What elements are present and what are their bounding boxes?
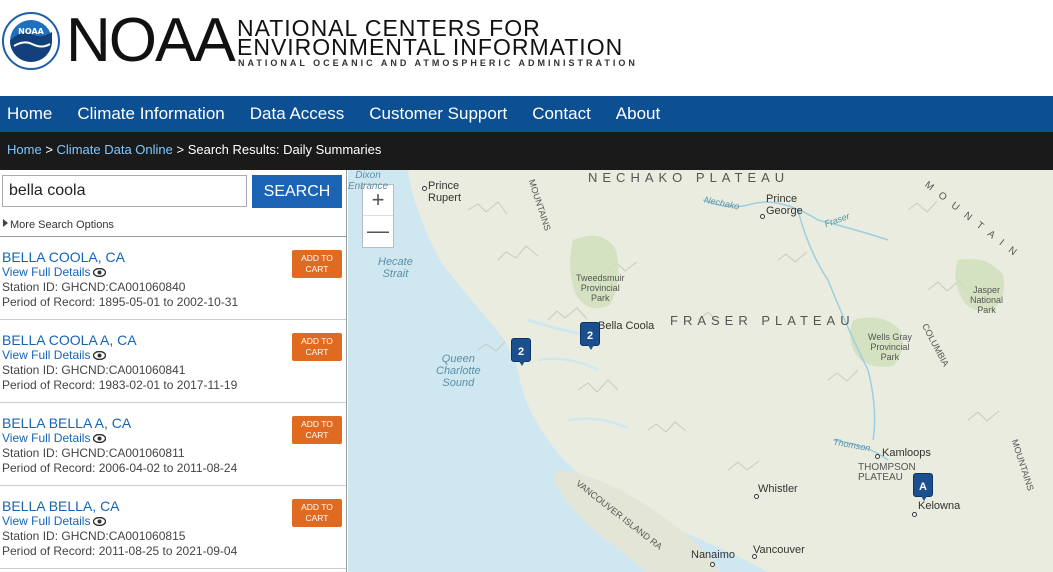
eye-icon xyxy=(93,434,107,443)
breadcrumb-climate-data-online[interactable]: Climate Data Online xyxy=(57,142,173,157)
result-name-link[interactable]: BELLA COOLA A, CA xyxy=(2,332,137,348)
result-item: BELLA BELLA, CA View Full Details Statio… xyxy=(0,486,346,569)
cart-label-line1: ADD TO xyxy=(301,502,333,512)
city-label-prince-rupert: Prince Rupert xyxy=(428,180,462,204)
water-label-hecate: Hecate Strait xyxy=(378,256,413,280)
search-input[interactable] xyxy=(2,175,247,207)
breadcrumb-separator: > xyxy=(45,142,53,157)
cart-label-line1: ADD TO xyxy=(301,253,333,263)
results-sidebar: SEARCH More Search Options BELLA COOLA, … xyxy=(0,170,347,572)
city-dot xyxy=(422,186,427,191)
park-label-jasper: Jasper National Park xyxy=(970,285,1004,315)
eye-icon xyxy=(93,268,107,277)
more-search-options[interactable]: More Search Options xyxy=(3,219,114,231)
result-name-link[interactable]: BELLA BELLA A, CA xyxy=(2,415,131,431)
nav-contact[interactable]: Contact xyxy=(525,96,598,132)
selected-station-marker[interactable]: A xyxy=(913,473,933,501)
city-label-vancouver: Vancouver xyxy=(753,544,805,556)
zoom-control: + — xyxy=(362,184,394,248)
city-dot xyxy=(912,512,917,517)
eye-icon xyxy=(93,517,107,526)
cart-label-line2: CART xyxy=(305,347,329,357)
nav-climate-information[interactable]: Climate Information xyxy=(70,96,231,132)
city-label-kelowna: Kelowna xyxy=(918,500,961,512)
city-label-prince-george: Prince George xyxy=(766,193,803,217)
city-dot xyxy=(760,214,765,219)
search-button[interactable]: SEARCH xyxy=(252,175,342,208)
ncei-title-line2: ENVIRONMENTAL INFORMATION xyxy=(237,34,624,60)
period-of-record: Period of Record: 1895-05-01 to 2002-10-… xyxy=(2,295,239,309)
station-id: Station ID: GHCND:CA001060815 xyxy=(2,529,186,543)
add-to-cart-button[interactable]: ADD TO CART xyxy=(292,499,342,527)
breadcrumb-current: Search Results: Daily Summaries xyxy=(187,142,382,157)
add-to-cart-button[interactable]: ADD TO CART xyxy=(292,333,342,361)
station-cluster-marker[interactable]: 2 xyxy=(580,322,600,350)
result-name-link[interactable]: BELLA COOLA, CA xyxy=(2,249,125,265)
nav-home[interactable]: Home xyxy=(0,96,59,132)
station-cluster-marker[interactable]: 2 xyxy=(511,338,531,366)
breadcrumb: Home > Climate Data Online > Search Resu… xyxy=(0,132,1053,170)
water-label-dixon: Dixon Entrance xyxy=(348,170,389,192)
station-id: Station ID: GHCND:CA001060811 xyxy=(2,446,185,460)
page: NOAA NOAA NATIONAL CENTERS FOR ENVIRONME… xyxy=(0,0,1053,572)
region-label-nechako: NECHAKO PLATEAU xyxy=(588,170,790,185)
period-of-record: Period of Record: 2006-04-02 to 2011-08-… xyxy=(2,461,238,475)
water-label-queen-charlotte: Queen Charlotte Sound xyxy=(436,353,481,389)
nav-about[interactable]: About xyxy=(609,96,667,132)
city-dot xyxy=(710,562,715,567)
result-item: BELLA COOLA A, CA View Full Details Stat… xyxy=(0,320,346,403)
city-label-bella-coola: Bella Coola xyxy=(598,320,655,332)
ncei-subtitle: NATIONAL OCEANIC AND ATMOSPHERIC ADMINIS… xyxy=(238,58,638,68)
noaa-wordmark[interactable]: NOAA xyxy=(66,8,236,74)
zoom-out-button[interactable]: — xyxy=(363,216,393,247)
view-details-link[interactable]: View Full Details xyxy=(2,348,107,362)
cart-label-line2: CART xyxy=(305,513,329,523)
view-details-link[interactable]: View Full Details xyxy=(2,514,107,528)
period-of-record: Period of Record: 2011-08-25 to 2021-09-… xyxy=(2,544,238,558)
park-label-wells-gray: Wells Gray Provincial Park xyxy=(868,332,912,362)
main-nav: Home Climate Information Data Access Cus… xyxy=(0,96,1053,132)
view-details-link[interactable]: View Full Details xyxy=(2,265,107,279)
site-header: NOAA NOAA NATIONAL CENTERS FOR ENVIRONME… xyxy=(0,0,1053,96)
add-to-cart-button[interactable]: ADD TO CART xyxy=(292,250,342,278)
eye-icon xyxy=(93,351,107,360)
add-to-cart-button[interactable]: ADD TO CART xyxy=(292,416,342,444)
breadcrumb-separator: > xyxy=(176,142,185,157)
station-id: Station ID: GHCND:CA001060841 xyxy=(2,363,186,377)
period-of-record: Period of Record: 1983-02-01 to 2017-11-… xyxy=(2,378,238,392)
view-details-label: View Full Details xyxy=(2,348,91,362)
cart-label-line2: CART xyxy=(305,264,329,274)
park-label-tweedsmuir: Tweedsmuir Provincial Park xyxy=(576,273,625,303)
region-label-fraser: FRASER PLATEAU xyxy=(670,313,855,328)
expand-triangle-icon xyxy=(3,219,8,227)
station-map[interactable]: + — NECHAKO PLATEAU FRASER PLATEAU THOMP… xyxy=(348,170,1053,572)
nav-customer-support[interactable]: Customer Support xyxy=(362,96,514,132)
city-label-whistler: Whistler xyxy=(758,483,798,495)
noaa-seal-icon[interactable]: NOAA xyxy=(2,10,60,72)
station-id: Station ID: GHCND:CA001060840 xyxy=(2,280,186,294)
view-details-label: View Full Details xyxy=(2,514,91,528)
nav-data-access[interactable]: Data Access xyxy=(243,96,352,132)
cart-label-line1: ADD TO xyxy=(301,419,333,429)
view-details-link[interactable]: View Full Details xyxy=(2,431,107,445)
cart-label-line1: ADD TO xyxy=(301,336,333,346)
seal-text: NOAA xyxy=(18,27,44,36)
cart-label-line2: CART xyxy=(305,430,329,440)
city-label-nanaimo: Nanaimo xyxy=(691,549,736,561)
city-dot xyxy=(875,454,880,459)
view-details-label: View Full Details xyxy=(2,431,91,445)
region-label-thompson: THOMPSON PLATEAU xyxy=(858,462,916,483)
breadcrumb-home[interactable]: Home xyxy=(7,142,42,157)
result-item: BELLA COOLA, CA View Full Details Statio… xyxy=(0,237,346,320)
result-item: BELLA BELLA A, CA View Full Details Stat… xyxy=(0,403,346,486)
result-name-link[interactable]: BELLA BELLA, CA xyxy=(2,498,120,514)
more-search-options-label: More Search Options xyxy=(10,219,114,231)
city-label-kamloops: Kamloops xyxy=(882,447,931,459)
view-details-label: View Full Details xyxy=(2,265,91,279)
